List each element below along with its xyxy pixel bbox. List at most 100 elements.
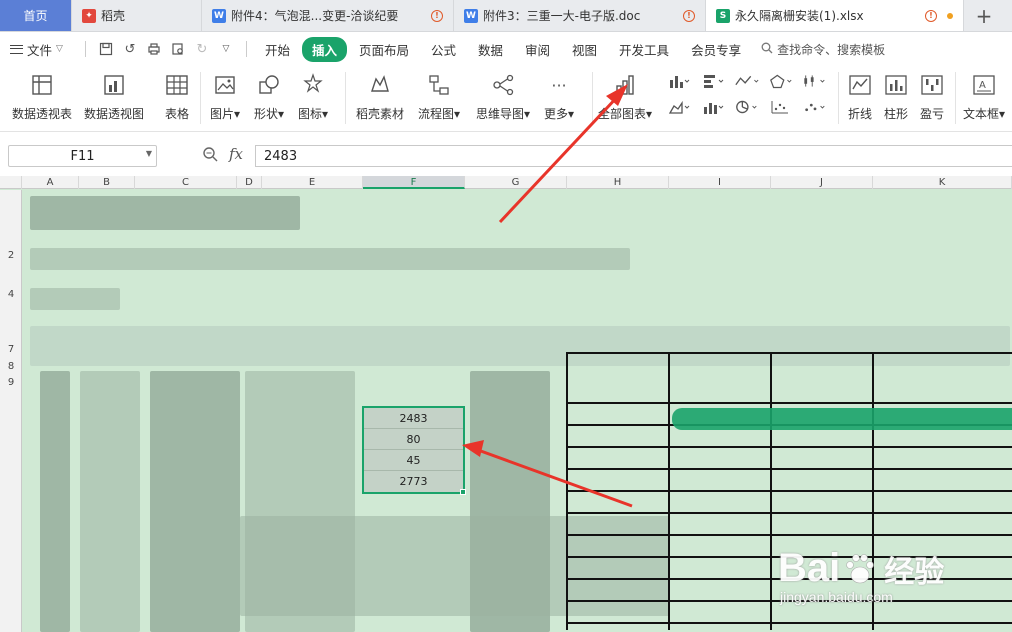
undo-history-icon[interactable]: ↺: [122, 41, 138, 57]
cell-f14-value: 2773: [399, 475, 428, 488]
select-all-corner[interactable]: [0, 176, 22, 189]
tab-xlsx-active[interactable]: S 永久隔离栅安装(1).xlsx !: [706, 0, 964, 31]
print-icon[interactable]: [146, 41, 162, 57]
name-box-value: F11: [70, 148, 95, 164]
divider: [345, 72, 346, 124]
column-header-d[interactable]: D: [237, 176, 262, 189]
save-icon[interactable]: [98, 41, 114, 57]
textbox-button[interactable]: A 文本框▾: [963, 72, 1005, 122]
area-chart-icon[interactable]: [666, 98, 692, 116]
tab-xlsx-label: 永久隔离栅安装(1).xlsx: [735, 9, 864, 23]
grid-line: [566, 446, 1012, 448]
menu-developer[interactable]: 开发工具: [609, 37, 679, 62]
menu-view[interactable]: 视图: [562, 37, 607, 62]
grid-line: [770, 352, 772, 630]
row-header-8[interactable]: 8: [0, 361, 22, 372]
row-header-7[interactable]: 7: [0, 344, 22, 355]
pivot-chart-button[interactable]: 数据透视图: [84, 72, 144, 122]
sparkline-column-button[interactable]: 柱形: [883, 72, 909, 122]
column-header-h[interactable]: H: [567, 176, 669, 189]
row-header-2[interactable]: 2: [0, 250, 22, 261]
column-header-b[interactable]: B: [79, 176, 135, 189]
baidu-watermark: Bai 经验 jingyan.baidu.com: [778, 546, 1008, 632]
stock-chart-icon[interactable]: [802, 72, 828, 90]
cell-f14[interactable]: 2773: [364, 471, 463, 492]
menu-review[interactable]: 审阅: [515, 37, 560, 62]
column-header-a[interactable]: A: [22, 176, 79, 189]
fill-handle[interactable]: [460, 489, 466, 495]
pivot-table-button[interactable]: 数据透视表: [12, 72, 72, 122]
tab-home[interactable]: 首页: [0, 0, 72, 31]
sparkline-line-button[interactable]: 折线: [847, 72, 873, 122]
blurred-label: [30, 288, 120, 310]
tab-doc-attachment3-label: 附件3：三重一大-电子版.doc: [483, 9, 641, 23]
bar-chart-horizontal-icon[interactable]: [700, 72, 726, 90]
menu-data[interactable]: 数据: [468, 37, 513, 62]
divider: [84, 41, 86, 57]
more-button[interactable]: ··· 更多▾: [544, 72, 574, 122]
radar-chart-icon[interactable]: [768, 72, 794, 90]
more-label: 更多▾: [544, 107, 575, 121]
dot-chart-icon[interactable]: [802, 98, 828, 116]
cell-f12[interactable]: 80: [364, 429, 463, 450]
selected-range-f11-f14[interactable]: 2483 80 45 2773: [362, 406, 465, 494]
docer-material-button[interactable]: 稻壳素材: [356, 72, 404, 122]
customize-chevron-icon[interactable]: ▽: [218, 41, 234, 57]
name-box[interactable]: F11 ▼: [8, 145, 157, 167]
grid-line: [566, 352, 1012, 354]
mindmap-button[interactable]: 思维导图▾: [476, 72, 530, 122]
column-chart-icon[interactable]: [666, 72, 692, 90]
file-menu[interactable]: 文件 ▽: [10, 40, 63, 59]
column-header-c[interactable]: C: [135, 176, 237, 189]
print-preview-icon[interactable]: [170, 41, 186, 57]
picture-button[interactable]: 图片▾: [210, 72, 240, 122]
column-header-e[interactable]: E: [262, 176, 363, 189]
warning-icon: !: [431, 9, 443, 22]
menu-page-layout[interactable]: 页面布局: [349, 37, 419, 62]
shape-button[interactable]: 形状▾: [254, 72, 284, 122]
insert-function-icon[interactable]: fx: [229, 145, 243, 163]
column-header-i[interactable]: I: [669, 176, 771, 189]
sheet-icon: S: [716, 8, 730, 23]
chevron-down-icon: ▼: [145, 149, 152, 158]
cell-f13[interactable]: 45: [364, 450, 463, 471]
formula-input[interactable]: 2483: [255, 145, 1012, 167]
sparkline-winloss-icon: [919, 72, 945, 98]
column-header-g[interactable]: G: [465, 176, 567, 189]
divider: [200, 72, 201, 124]
new-tab-button[interactable]: +: [964, 0, 1004, 31]
blurred-column-c: [150, 371, 240, 632]
icons-button[interactable]: 图标▾: [298, 72, 328, 122]
pie-chart-icon[interactable]: [734, 98, 760, 116]
picture-label: 图片▾: [210, 107, 241, 121]
table-label: 表格: [164, 107, 189, 121]
tab-doc-attachment4[interactable]: W 附件4：气泡混...变更-洽谈纪要 !: [202, 0, 454, 31]
menu-bar: 文件 ▽ ↺ ↻ ▽ 开始 插入 页面布局 公式 数据 审阅 视图 开发工具 会…: [0, 32, 1012, 66]
column-header-k[interactable]: K: [873, 176, 1012, 189]
row-header-4[interactable]: 4: [0, 289, 22, 300]
menu-formulas[interactable]: 公式: [421, 37, 466, 62]
flowchart-button[interactable]: 流程图▾: [418, 72, 460, 122]
redo-icon[interactable]: ↻: [194, 41, 210, 57]
cell-f11[interactable]: 2483: [364, 408, 463, 429]
docer-icon: ✦: [82, 8, 96, 23]
docer-material-label: 稻壳素材: [356, 107, 405, 121]
scatter-chart-icon[interactable]: [768, 98, 794, 116]
table-button[interactable]: 表格: [164, 72, 190, 122]
column-header-j[interactable]: J: [771, 176, 873, 189]
line-chart-icon[interactable]: [734, 72, 760, 90]
menu-member[interactable]: 会员专享: [681, 37, 751, 62]
menu-insert[interactable]: 插入: [301, 36, 347, 62]
sparkline-column-label: 柱形: [883, 107, 908, 121]
sparkline-winloss-button[interactable]: 盈亏: [919, 72, 945, 122]
menu-home[interactable]: 开始: [255, 37, 300, 62]
column-header-f[interactable]: F: [363, 176, 465, 189]
tab-doc-attachment3[interactable]: W 附件3：三重一大-电子版.doc !: [454, 0, 706, 31]
row-header-9[interactable]: 9: [0, 377, 22, 388]
command-search[interactable]: 查找命令、搜索模板: [761, 41, 885, 58]
all-charts-button[interactable]: 全部图表▾: [598, 72, 652, 122]
tab-docer[interactable]: ✦ 稻壳: [72, 0, 202, 31]
zoom-search-icon[interactable]: [202, 146, 218, 165]
blurred-highlighted-row: [672, 408, 1012, 430]
combo-chart-icon[interactable]: [700, 98, 726, 116]
